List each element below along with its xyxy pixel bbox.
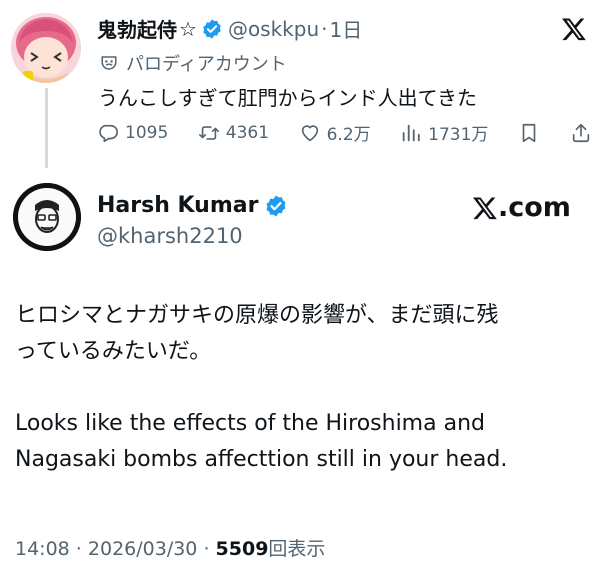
tweet1-secondary-actions xyxy=(518,122,592,144)
speech-bubble-icon xyxy=(99,124,118,142)
retweet-button[interactable]: 4361 xyxy=(198,122,269,144)
body-line: っているみたいだ。 xyxy=(15,339,212,364)
display-name: Harsh Kumar xyxy=(97,193,259,218)
like-button[interactable]: 6.2万 xyxy=(299,120,371,145)
profile-photo xyxy=(13,183,81,251)
tweet1-action-bar: 1095 4361 6.2万 1731万 xyxy=(97,120,592,145)
like-count: 6.2万 xyxy=(326,125,371,145)
retweet-count: 4361 xyxy=(225,122,270,143)
timestamp[interactable]: 1日 xyxy=(330,14,363,43)
separator: · xyxy=(321,16,328,41)
mask-icon xyxy=(101,56,117,70)
body-line: Looks like the effects of the Hiroshima … xyxy=(15,411,485,436)
body-line: ヒロシマとナガサキの原爆の影響が、まだ頭に残 xyxy=(15,303,499,328)
view-count: 1731万 xyxy=(428,125,489,145)
bookmark-icon[interactable] xyxy=(518,122,540,144)
separator: · xyxy=(197,538,216,560)
post-date[interactable]: 2026/03/30 xyxy=(88,538,198,560)
share-icon[interactable] xyxy=(570,122,592,144)
verified-badge-icon xyxy=(203,18,221,39)
views-button[interactable]: 1731万 xyxy=(400,120,488,145)
parody-label: パロディアカウント xyxy=(100,50,287,76)
anime-avatar-image xyxy=(11,13,81,83)
display-name[interactable]: 鬼勃起侍 xyxy=(97,14,177,43)
reply-button[interactable]: 1095 xyxy=(97,122,168,144)
tweet1-header: 鬼勃起侍 ☆ @oskkpu · 1日 xyxy=(97,14,362,43)
x-logo-icon[interactable] xyxy=(561,16,587,42)
separator: · xyxy=(69,538,88,560)
avatar[interactable] xyxy=(13,183,81,251)
post-time[interactable]: 14:08 xyxy=(15,538,70,560)
handle[interactable]: @kharsh2210 xyxy=(97,224,243,248)
retweet-icon xyxy=(198,125,219,140)
bar-chart-icon xyxy=(402,124,420,141)
tweet2-text: ヒロシマとナガサキの原爆の影響が、まだ頭に残 っているみたいだ。 Looks l… xyxy=(15,298,595,478)
tweet2-display-name[interactable]: Harsh Kumar xyxy=(97,193,293,218)
x-logo-icon xyxy=(472,196,497,219)
parody-text: パロディアカウント xyxy=(126,54,287,75)
brand-text: .com xyxy=(498,192,571,223)
heart-icon xyxy=(301,124,318,141)
x-com-brand: .com xyxy=(472,192,571,223)
body-line: Nagasaki bombs affecttion still in your … xyxy=(15,447,508,472)
tweet2-meta: 14:08 · 2026/03/30 · 5509回表示 xyxy=(15,534,325,561)
tweet1-text: うんこしすぎて肛門からインド人出てきた xyxy=(98,86,477,110)
verified-badge-icon xyxy=(266,195,286,216)
views-count: 5509 xyxy=(215,538,269,560)
post-screenshot: 鬼勃起侍 ☆ @oskkpu · 1日 パロディアカウント うんこしすぎて肛門か… xyxy=(0,0,603,563)
reply-count: 1095 xyxy=(125,122,169,143)
views-label: 回表示 xyxy=(268,538,326,560)
avatar[interactable] xyxy=(11,13,81,83)
thread-connector xyxy=(45,88,48,168)
name-suffix: ☆ xyxy=(179,16,197,41)
handle[interactable]: @oskkpu xyxy=(228,17,319,41)
